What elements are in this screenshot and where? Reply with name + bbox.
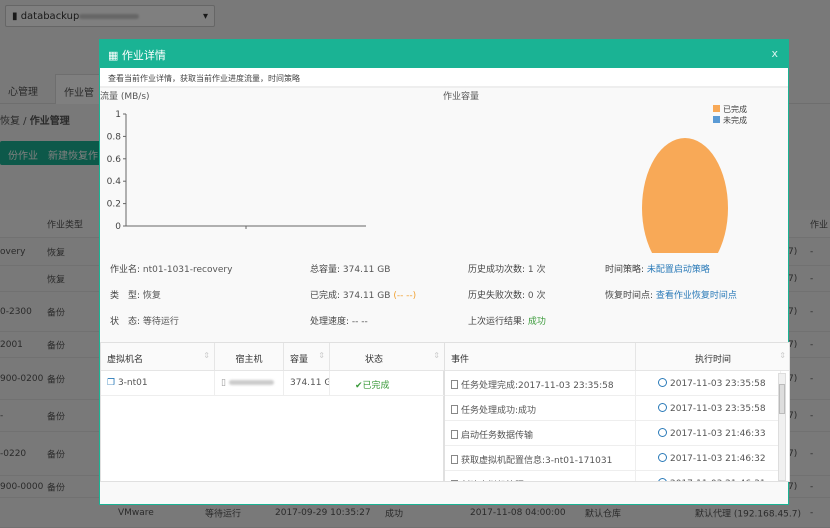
status-cell: ✔已完成 [330,371,445,396]
exec-time-cell: 2017-11-03 23:35:58 [636,396,781,421]
y-tick-label: 0.8 [107,132,122,142]
legend-swatch [713,116,720,123]
y-tick-label: 0.4 [107,177,122,187]
info-col-1: 作业名: nt01-1031-recovery 类 型: 恢复 状 态: 等待运… [110,265,233,327]
event-cell: 任务处理成功:成功 [445,396,636,421]
pie-slice-已完成 [642,138,728,253]
col-event[interactable]: 事件 [445,343,636,371]
event-cell: 创建虚拟机快照:3-nt01-171031 [445,471,636,481]
exec-time-cell: 2017-11-03 23:35:58 [636,371,781,396]
document-icon [451,455,458,464]
info-col-4: 时间策略: 未配置启动策略 恢复时间点: 查看作业恢复时间点 [605,265,737,301]
sort-icon: ⇕ [203,351,210,360]
flow-chart-svg: 0 0.2 0.4 0.6 0.8 1 [107,110,366,232]
info-col-2: 总容量: 374.11 GB 已完成: 374.11 GB (-- --) 处理… [310,265,417,327]
close-button[interactable]: x [771,47,778,60]
clock-icon [658,378,667,387]
y-tick-label: 1 [115,110,121,120]
grid-icon: ▦ [108,49,122,62]
y-tick-label: 0.2 [107,200,121,210]
flow-chart: 流量 (MB/s) 0 0.2 0.4 0.6 0.8 1 [100,88,400,238]
col-host[interactable]: 宿主机 [215,343,284,371]
event-cell: 启动任务数据传输 [445,421,636,446]
event-cell: 任务处理完成:2017-11-03 23:35:58 [445,371,636,396]
document-icon [451,405,458,414]
event-table: 事件 执行时间 ⇕ 任务处理完成:2017-11-03 23:35:58 2017-… [444,342,790,482]
capacity-chart: 作业容量 已完成 未完成 [440,88,790,253]
clock-icon [658,478,667,481]
check-circle-icon: ✔ [355,381,363,391]
info-col-3: 历史成功次数: 1 次 历史失败次数: 0 次 上次运行结果: 成功 [468,265,546,327]
sort-icon: ⇕ [318,351,325,360]
vm-table: 虚拟机名⇕ 宿主机 容量⇕ 状态⇕ ❐ 3-nt01 ▯ 374.11 GB ✔… [100,342,445,482]
vm-icon: ❐ [107,378,118,388]
capacity-pie-svg: 已完成未完成 [642,104,747,253]
restore-point-link[interactable]: 查看作业恢复时间点 [656,291,737,301]
event-cell: 获取虚拟机配置信息:3-nt01-171031 [445,446,636,471]
scrollbar[interactable] [778,373,786,481]
modal-title: 作业详情 [121,49,166,62]
col-exec-time[interactable]: 执行时间 ⇕ [636,343,789,371]
col-vm-name[interactable]: 虚拟机名 ⇕ [101,343,215,371]
legend-swatch [713,105,720,112]
vm-name-cell[interactable]: ❐ 3-nt01 [101,371,215,396]
sort-icon: ⇕ [433,351,440,360]
document-icon [451,380,458,389]
col-status[interactable]: 状态 ⇕ [330,343,445,371]
policy-link[interactable]: 未配置启动策略 [647,265,710,275]
exec-time-cell: 2017-11-03 21:46:33 [636,421,781,446]
legend-label: 未完成 [723,115,747,125]
sort-icon: ⇕ [779,351,786,360]
col-size[interactable]: 容量 ⇕ [284,343,330,371]
clock-icon [658,403,667,412]
document-icon [451,430,458,439]
job-details-modal: ▦ 作业详情 x 查看当前作业详情，获取当前作业进度流量，时间策略 流量 (MB… [99,39,790,505]
legend-label: 已完成 [723,104,747,114]
modal-header: ▦ 作业详情 x [100,40,788,68]
document-icon [451,480,458,481]
exec-time-cell: 2017-11-03 21:46:32 [636,446,781,471]
exec-time-cell: 2017-11-03 21:46:31 [636,471,781,481]
y-tick-label: 0 [115,222,121,232]
size-cell: 374.11 GB [284,371,330,396]
server-icon: ▯ [221,378,229,388]
host-cell: ▯ [215,371,284,396]
scrollbar-thumb[interactable] [779,384,785,414]
modal-subtitle: 查看当前作业详情，获取当前作业进度流量，时间策略 [100,68,788,88]
clock-icon [658,428,667,437]
y-tick-label: 0.6 [107,155,122,165]
clock-icon [658,453,667,462]
